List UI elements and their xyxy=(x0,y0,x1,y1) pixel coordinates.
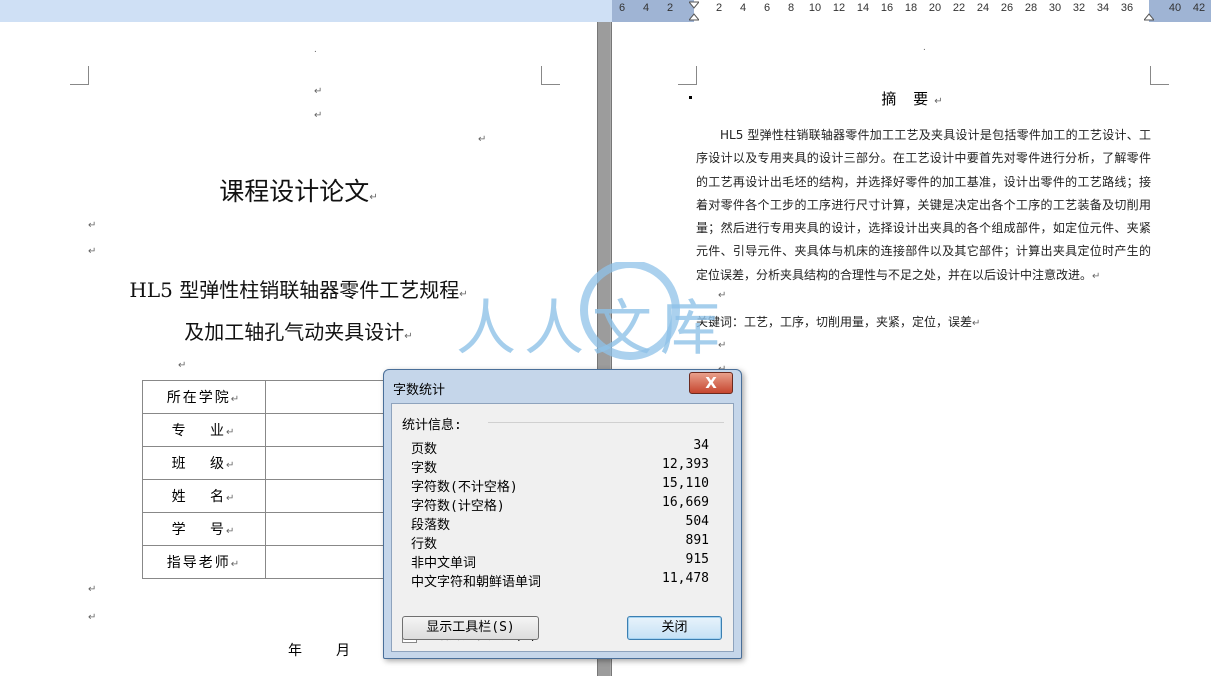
table-row: 姓 名↵ xyxy=(142,479,392,513)
stat-row-words: 字数 12,393 xyxy=(411,457,709,476)
table-row: 学 号↵ xyxy=(142,512,392,546)
ruler-num: 2 xyxy=(666,2,674,14)
paragraph-mark: ↵ xyxy=(314,86,323,97)
ruler-num: 4 xyxy=(739,2,747,14)
paragraph-mark: ↵ xyxy=(88,612,97,623)
stat-row-chinese-korean-words: 中文字符和朝鲜语单词 11,478 xyxy=(411,571,709,590)
table-cell-label: 所在学院↵ xyxy=(142,380,266,414)
dialog-close-button[interactable]: X xyxy=(689,372,733,394)
paragraph-mark: ↵ xyxy=(88,584,97,595)
ruler-num: 4 xyxy=(642,2,650,14)
ruler-num: 24 xyxy=(976,2,990,14)
ruler-num: 14 xyxy=(856,2,870,14)
table-cell-value[interactable] xyxy=(265,512,392,546)
table-row: 指导老师↵ xyxy=(142,545,392,579)
paragraph-mark: ↵ xyxy=(88,220,97,231)
group-divider xyxy=(488,422,724,423)
document-title: 课程设计论文↵ xyxy=(219,177,378,206)
paragraph-mark: ↵ xyxy=(178,360,187,371)
ruler-num: 18 xyxy=(904,2,918,14)
stat-row-chars-no-spaces: 字符数(不计空格) 15,110 xyxy=(411,476,709,495)
table-cell-label: 班 级↵ xyxy=(142,446,266,480)
close-button[interactable]: 关闭 xyxy=(627,616,722,640)
table-cell-label: 指导老师↵ xyxy=(142,545,266,579)
table-cell-label: 学 号↵ xyxy=(142,512,266,546)
date-year-label: 年 xyxy=(288,643,302,659)
table-cell-value[interactable] xyxy=(265,413,392,447)
ruler-num: 2 xyxy=(715,2,723,14)
right-indent-marker-icon[interactable] xyxy=(1144,0,1154,22)
keywords-line: 关键词：工艺，工序，切削用量，夹紧，定位，误差↵ xyxy=(696,315,981,329)
ruler-num: 42 xyxy=(1192,2,1206,14)
ruler-num: 26 xyxy=(1000,2,1014,14)
ruler-num: 20 xyxy=(928,2,942,14)
thesis-title-line1: HL5 型弹性柱销联轴器零件工艺规程↵ xyxy=(129,278,468,302)
ruler-num: 34 xyxy=(1096,2,1110,14)
ruler-num: 8 xyxy=(787,2,795,14)
dialog-body: 统计信息: 页数 34 字数 12,393 字符数(不计空格) 15,110 字符数(… xyxy=(391,403,734,652)
abstract-body: HL5 型弹性柱销联轴器零件加工工艺及夹具设计是包括零件加工的工艺设计、工序设计… xyxy=(696,128,1151,282)
ruler-num: 22 xyxy=(952,2,966,14)
table-cell-value[interactable] xyxy=(265,380,392,414)
paragraph-mark: . xyxy=(923,42,926,53)
table-cell-value[interactable] xyxy=(265,545,392,579)
table-cell-label: 专 业↵ xyxy=(142,413,266,447)
table-row: 所在学院↵ xyxy=(142,380,392,414)
show-toolbar-button[interactable]: 显示工具栏(S) xyxy=(402,616,539,640)
table-cell-value[interactable] xyxy=(265,479,392,513)
ruler-num: 36 xyxy=(1120,2,1134,14)
crop-mark xyxy=(541,66,560,85)
crop-mark xyxy=(1150,66,1169,85)
stat-row-lines: 行数 891 xyxy=(411,533,709,552)
ruler-num: 6 xyxy=(618,2,626,14)
abstract-title: 摘 要↵ xyxy=(881,90,943,108)
first-line-indent-marker-icon[interactable] xyxy=(689,0,699,22)
thesis-title-line2: 及加工轴孔气动夹具设计↵ xyxy=(184,320,413,344)
ruler-num: 10 xyxy=(808,2,822,14)
horizontal-ruler[interactable]: 6 4 2 2 4 6 8 10 12 14 16 18 20 22 24 26… xyxy=(612,0,1211,23)
crop-mark xyxy=(678,66,697,85)
ruler-num: 30 xyxy=(1048,2,1062,14)
stat-row-pages: 页数 34 xyxy=(411,438,709,457)
paragraph-mark: ↵ xyxy=(478,134,487,145)
close-icon: X xyxy=(705,374,717,392)
paragraph-mark: ↵ xyxy=(314,110,323,121)
crop-mark xyxy=(70,66,89,85)
paragraph-mark: ↵ xyxy=(718,290,727,301)
word-count-dialog[interactable]: 字数统计 X 统计信息: 页数 34 字数 12,393 字符数(不计空格) 15,1… xyxy=(383,369,742,659)
dialog-titlebar[interactable]: 字数统计 X xyxy=(384,370,741,402)
table-row: 班 级↵ xyxy=(142,446,392,480)
ruler-num: 16 xyxy=(880,2,894,14)
statistics-group-label: 统计信息: xyxy=(402,418,462,433)
table-cell-label: 姓 名↵ xyxy=(142,479,266,513)
paragraph-mark: ↵ xyxy=(718,340,727,351)
paragraph-mark: . xyxy=(314,44,317,55)
stat-row-non-chinese-words: 非中文单词 915 xyxy=(411,552,709,571)
table-row: 专 业↵ xyxy=(142,413,392,447)
table-cell-value[interactable] xyxy=(265,446,392,480)
ruler-num: 28 xyxy=(1024,2,1038,14)
ruler-num: 6 xyxy=(763,2,771,14)
date-month-label: 月 xyxy=(336,643,350,659)
ruler-left-area xyxy=(0,0,612,22)
student-info-table: 所在学院↵ 专 业↵ 班 级↵ 姓 名↵ 学 号↵ 指导老师↵ xyxy=(142,380,392,579)
ruler-num: 32 xyxy=(1072,2,1086,14)
ruler-num: 40 xyxy=(1168,2,1182,14)
stat-row-paragraphs: 段落数 504 xyxy=(411,514,709,533)
dialog-title: 字数统计 xyxy=(393,383,446,398)
stat-row-chars-with-spaces: 字符数(计空格) 16,669 xyxy=(411,495,709,514)
paragraph-mark: ↵ xyxy=(88,246,97,257)
ruler-num: 12 xyxy=(832,2,846,14)
